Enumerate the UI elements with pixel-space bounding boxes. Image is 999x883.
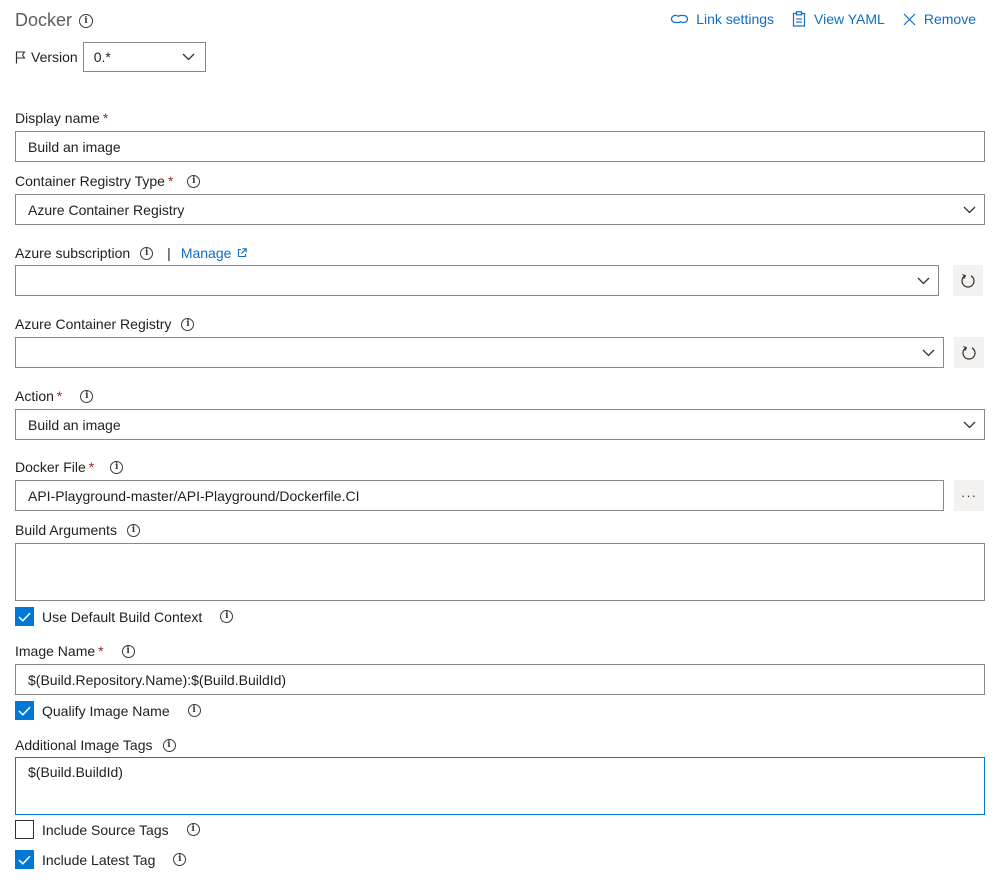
image-name-label-row: Image Name * i — [15, 643, 135, 659]
close-icon — [903, 13, 916, 25]
use-default-context-checkbox[interactable] — [15, 607, 34, 626]
info-icon[interactable]: i — [220, 610, 234, 623]
azure-registry-label: Azure Container Registry — [15, 316, 172, 332]
display-name-value: Build an image — [28, 138, 121, 155]
required-marker: * — [167, 173, 174, 189]
azure-subscription-dropdown[interactable] — [15, 265, 939, 296]
required-marker: * — [98, 643, 104, 659]
checkmark-icon — [18, 706, 31, 716]
additional-tags-label: Additional Image Tags — [15, 737, 153, 753]
build-arguments-label: Build Arguments — [15, 522, 117, 538]
link-settings-button[interactable]: Link settings — [671, 11, 774, 27]
action-label: Action — [15, 388, 54, 404]
image-name-label: Image Name — [15, 643, 96, 659]
version-row: Version 0.* — [15, 42, 206, 72]
browse-file-button[interactable]: ··· — [954, 480, 984, 511]
registry-type-label-row: Container Registry Type * i — [15, 173, 201, 189]
version-value: 0.* — [93, 49, 111, 65]
docker-file-label-row: Docker File * i — [15, 459, 124, 475]
chevron-down-icon — [910, 273, 936, 289]
action-dropdown[interactable]: Build an image — [15, 409, 985, 440]
manage-label: Manage — [180, 245, 232, 261]
refresh-icon — [962, 345, 976, 360]
info-icon[interactable]: i — [187, 704, 201, 717]
chevron-down-icon — [182, 53, 195, 61]
include-latest-tag-row: Include Latest Tag i — [15, 850, 187, 869]
chevron-down-icon — [956, 417, 982, 433]
additional-tags-textarea[interactable]: $(Build.BuildId) — [15, 757, 985, 815]
include-latest-tag-label: Include Latest Tag — [42, 851, 156, 868]
refresh-registry-button[interactable] — [954, 337, 984, 368]
info-icon[interactable]: i — [80, 389, 94, 403]
info-icon[interactable]: i — [110, 460, 124, 474]
checkmark-icon — [18, 855, 31, 865]
registry-type-label: Container Registry Type — [15, 173, 165, 189]
qualify-image-name-label: Qualify Image Name — [42, 702, 170, 719]
info-icon[interactable]: i — [181, 317, 195, 331]
action-value: Build an image — [28, 416, 121, 433]
display-name-input[interactable]: Build an image — [15, 131, 985, 162]
refresh-icon — [961, 273, 975, 288]
remove-button[interactable]: Remove — [903, 11, 976, 27]
azure-subscription-label: Azure subscription — [15, 245, 131, 261]
docker-file-label: Docker File — [15, 459, 86, 475]
additional-tags-label-row: Additional Image Tags i — [15, 737, 176, 753]
action-label-row: Action * i — [15, 388, 94, 404]
refresh-subscription-button[interactable] — [953, 265, 983, 296]
docker-file-value: API-Playground-master/API-Playground/Doc… — [28, 487, 360, 504]
separator: | — [167, 245, 171, 261]
more-icon: ··· — [961, 488, 977, 503]
use-default-context-label: Use Default Build Context — [42, 608, 203, 625]
azure-registry-dropdown[interactable] — [15, 337, 944, 368]
registry-type-value: Azure Container Registry — [28, 201, 185, 218]
info-icon[interactable]: i — [162, 738, 176, 752]
chevron-down-icon — [915, 345, 941, 361]
checkmark-icon — [18, 612, 31, 622]
task-title: Docker — [15, 10, 73, 30]
image-name-input[interactable]: $(Build.Repository.Name):$(Build.BuildId… — [15, 664, 985, 695]
info-icon[interactable]: i — [121, 644, 135, 658]
external-link-icon — [238, 248, 248, 258]
azure-registry-label-row: Azure Container Registry i — [15, 316, 195, 332]
display-name-label: Display name — [15, 110, 100, 126]
display-name-label-row: Display name * — [15, 110, 108, 126]
version-dropdown[interactable]: 0.* — [82, 42, 206, 72]
image-name-value: $(Build.Repository.Name):$(Build.BuildId… — [28, 671, 287, 688]
remove-label: Remove — [923, 11, 976, 27]
info-icon[interactable]: i — [187, 174, 201, 188]
required-marker: * — [88, 459, 95, 475]
clipboard-icon — [792, 11, 806, 27]
docker-file-input[interactable]: API-Playground-master/API-Playground/Doc… — [15, 480, 944, 511]
include-source-tags-checkbox[interactable] — [15, 820, 34, 839]
manage-link[interactable]: Manage — [181, 245, 248, 261]
view-yaml-button[interactable]: View YAML — [792, 11, 885, 27]
use-default-context-row: Use Default Build Context i — [15, 607, 234, 626]
build-arguments-textarea[interactable] — [15, 543, 985, 601]
include-source-tags-label: Include Source Tags — [42, 821, 169, 838]
flag-icon — [15, 50, 26, 63]
required-marker: * — [56, 388, 63, 404]
version-label: Version — [31, 49, 78, 65]
view-yaml-label: View YAML — [814, 11, 885, 27]
info-icon[interactable]: i — [186, 823, 200, 836]
link-settings-label: Link settings — [696, 11, 775, 27]
include-source-tags-row: Include Source Tags i — [15, 820, 200, 839]
include-latest-tag-checkbox[interactable] — [15, 850, 34, 869]
info-icon[interactable]: i — [140, 246, 154, 260]
version-label-group: Version — [15, 49, 78, 65]
chevron-down-icon — [956, 202, 982, 218]
link-icon — [671, 14, 689, 24]
header-links: Link settings View YAML Remove — [671, 11, 976, 27]
qualify-image-name-row: Qualify Image Name i — [15, 701, 201, 720]
build-arguments-label-row: Build Arguments i — [15, 522, 140, 538]
additional-tags-value: $(Build.BuildId) — [28, 764, 123, 780]
info-icon[interactable]: i — [79, 14, 93, 28]
azure-subscription-label-row: Azure subscription i | Manage — [15, 245, 248, 261]
info-icon[interactable]: i — [173, 853, 187, 866]
info-icon[interactable]: i — [126, 523, 140, 537]
qualify-image-name-checkbox[interactable] — [15, 701, 34, 720]
registry-type-dropdown[interactable]: Azure Container Registry — [15, 194, 985, 225]
required-marker: * — [102, 110, 109, 126]
